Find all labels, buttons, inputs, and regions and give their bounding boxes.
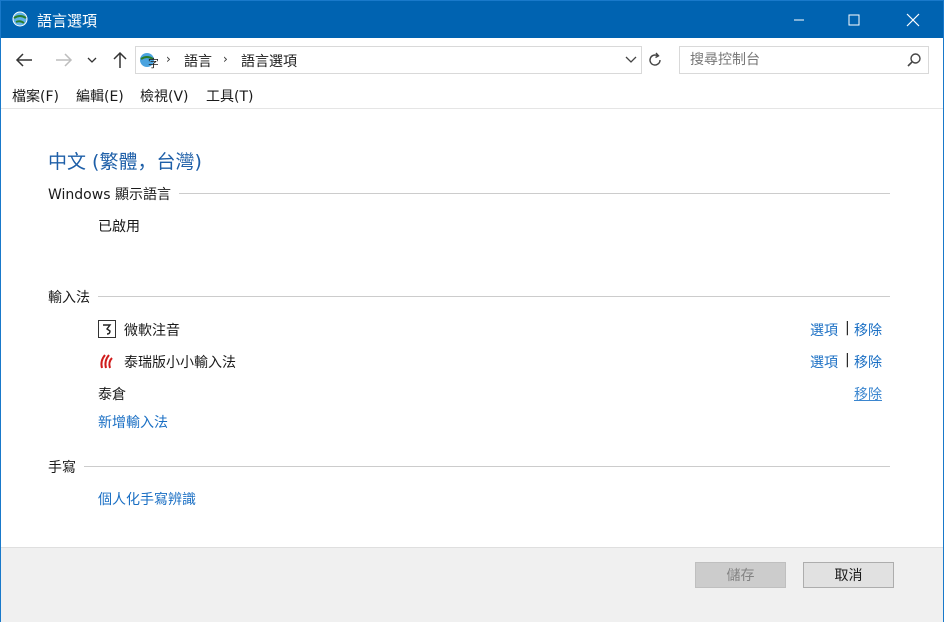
link-separator: | xyxy=(845,320,850,336)
bopomofo-ime-icon xyxy=(98,320,116,338)
navigation-bar: 字 › 語言 › 語言選項 xyxy=(1,38,943,82)
menu-bar: 檔案(F) 編輯(E) 檢視(V) 工具(T) xyxy=(1,82,943,109)
divider xyxy=(48,296,890,297)
display-language-status: 已啟用 xyxy=(98,219,140,235)
back-button[interactable] xyxy=(11,48,37,72)
personalize-handwriting-link[interactable]: 個人化手寫辨識 xyxy=(98,489,196,509)
recent-locations-button[interactable] xyxy=(83,48,101,72)
ime-name: 微軟注音 xyxy=(124,323,180,339)
language-globe-icon xyxy=(12,11,28,27)
breadcrumb-item-language-options[interactable]: 語言選項 xyxy=(241,51,297,71)
xiaoxiao-ime-icon xyxy=(100,354,113,369)
refresh-icon xyxy=(649,52,661,66)
language-options-window: 語言選項 字 › 語言 › 語言選項 搜尋控制台 檔案(F) 編輯(E) 檢視(… xyxy=(0,0,944,622)
maximize-button[interactable] xyxy=(831,1,877,38)
breadcrumb-separator-icon: › xyxy=(166,52,171,66)
ime-remove-link[interactable]: 移除 xyxy=(854,384,882,404)
cancel-button[interactable]: 取消 xyxy=(803,562,894,588)
language-globe-icon: 字 xyxy=(140,53,158,70)
search-icon[interactable] xyxy=(906,52,922,68)
svg-text:字: 字 xyxy=(148,56,158,70)
section-header-input-methods: 輸入法 xyxy=(48,287,98,307)
chevron-down-icon xyxy=(87,57,97,63)
section-header-display-language: Windows 顯示語言 xyxy=(48,184,179,204)
ime-name: 泰瑞版小小輸入法 xyxy=(124,355,236,371)
add-input-method-link[interactable]: 新增輸入法 xyxy=(98,412,168,432)
section-header-handwriting: 手寫 xyxy=(48,457,84,477)
forward-button[interactable] xyxy=(51,48,77,72)
ime-remove-link[interactable]: 移除 xyxy=(854,352,882,372)
close-icon xyxy=(906,13,920,26)
close-button[interactable] xyxy=(890,1,936,38)
refresh-button[interactable] xyxy=(643,48,667,72)
minimize-icon xyxy=(794,19,804,20)
title-bar: 語言選項 xyxy=(1,1,943,38)
up-arrow-icon xyxy=(113,51,127,68)
breadcrumb-item-language[interactable]: 語言 xyxy=(184,51,212,71)
menu-edit[interactable]: 編輯(E) xyxy=(76,86,124,106)
up-button[interactable] xyxy=(107,48,133,72)
ime-options-link[interactable]: 選項 xyxy=(810,320,838,340)
minimize-button[interactable] xyxy=(776,1,822,38)
ime-name: 泰倉 xyxy=(98,387,126,403)
divider xyxy=(48,466,890,467)
link-separator: | xyxy=(845,352,850,368)
ime-options-link[interactable]: 選項 xyxy=(810,352,838,372)
maximize-icon xyxy=(848,14,860,25)
breadcrumb-separator-icon: › xyxy=(223,52,228,66)
save-button[interactable]: 儲存 xyxy=(695,562,786,588)
footer: 儲存 取消 xyxy=(1,547,943,622)
chevron-down-icon[interactable] xyxy=(625,53,637,65)
back-arrow-icon xyxy=(15,53,32,67)
ime-remove-link[interactable]: 移除 xyxy=(854,320,882,340)
address-bar[interactable]: 字 › 語言 › 語言選項 xyxy=(135,46,642,74)
language-title: 中文 (繁體，台灣) xyxy=(48,151,202,173)
menu-view[interactable]: 檢視(V) xyxy=(140,86,189,106)
search-box xyxy=(679,46,929,74)
window-title: 語言選項 xyxy=(37,12,98,30)
search-input[interactable] xyxy=(688,50,892,70)
menu-file[interactable]: 檔案(F) xyxy=(12,86,59,106)
forward-arrow-icon xyxy=(56,53,73,67)
menu-tools[interactable]: 工具(T) xyxy=(206,86,253,106)
